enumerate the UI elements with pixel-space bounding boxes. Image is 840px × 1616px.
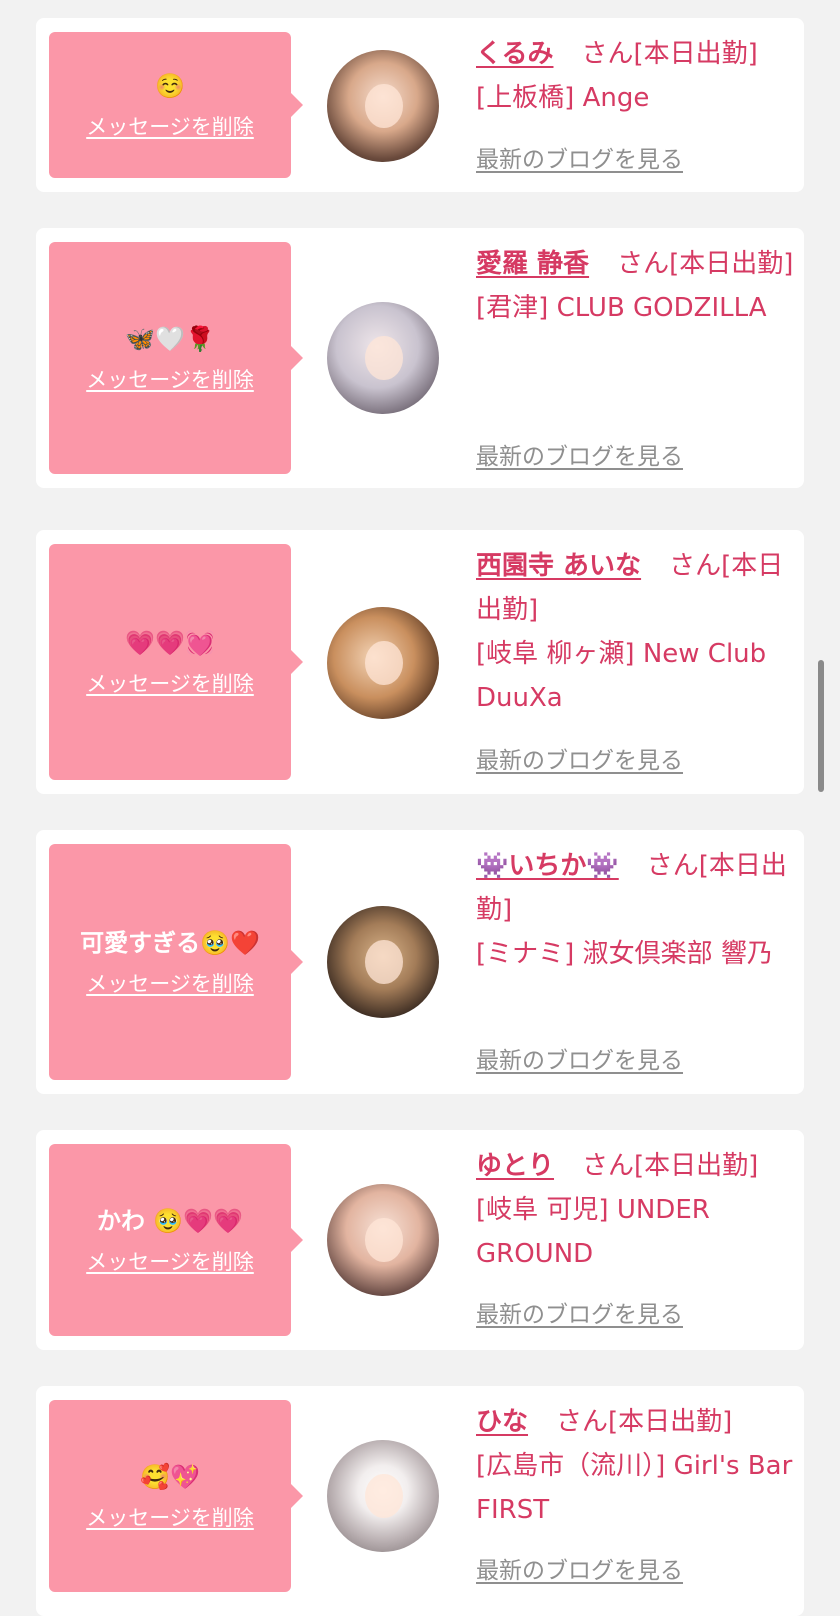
view-blog-link[interactable]: 最新のブログを見る: [476, 741, 683, 775]
girl-info: 愛羅 静香 さん[本日出勤] [君津] CLUB GODZILLA: [476, 242, 796, 330]
girl-info: 👾いちか👾 さん[本日出勤] [ミナミ] 淑女倶楽部 響乃: [476, 844, 796, 976]
message-card: 🦋🤍🌹 メッセージを削除 愛羅 静香 さん[本日出勤] [君津] CLUB GOD…: [36, 228, 804, 488]
message-text: かわ 🥹💗💗: [96, 1207, 243, 1235]
honorific: さん: [581, 39, 634, 69]
avatar-face: [365, 83, 404, 129]
avatar[interactable]: [327, 1440, 439, 1552]
shop-area: [上板橋]: [476, 83, 575, 113]
avatar[interactable]: [327, 906, 439, 1018]
avatar[interactable]: [327, 50, 439, 162]
message-card: 可愛すぎる🥹❤️ メッセージを削除 👾いちか👾 さん[本日出勤] [ミナミ] 淑女…: [36, 830, 804, 1094]
honorific: さん: [582, 1151, 635, 1181]
message-bubble: かわ 🥹💗💗 メッセージを削除: [49, 1144, 303, 1336]
shop-area: [広島市（流川）]: [476, 1451, 666, 1481]
message-bubble: 💗💗💓 メッセージを削除: [49, 544, 303, 780]
message-text: 🦋🤍🌹: [125, 325, 215, 353]
avatar[interactable]: [327, 607, 439, 719]
girl-name-link[interactable]: ひな: [476, 1407, 528, 1437]
view-blog-link[interactable]: 最新のブログを見る: [476, 140, 683, 174]
message-text: ☺️: [155, 72, 185, 100]
message-bubble: 🥰💖 メッセージを削除: [49, 1400, 303, 1592]
work-status: [本日出勤]: [669, 249, 794, 279]
honorific: さん: [556, 1407, 609, 1437]
work-status: [本日出勤]: [633, 39, 758, 69]
avatar-face: [365, 1473, 404, 1519]
delete-message-button[interactable]: メッセージを削除: [86, 968, 254, 998]
scrollbar[interactable]: [818, 660, 824, 792]
girl-name-link[interactable]: 👾いちか👾: [476, 851, 619, 881]
avatar[interactable]: [327, 1184, 439, 1296]
honorific: さん: [669, 551, 722, 581]
view-blog-link[interactable]: 最新のブログを見る: [476, 1041, 683, 1075]
avatar-face: [365, 1217, 404, 1263]
avatar-face: [365, 640, 404, 686]
girl-info: くるみ さん[本日出勤] [上板橋] Ange: [476, 32, 796, 120]
message-card: 💗💗💓 メッセージを削除 西園寺 あいな さん[本日出勤] [岐阜 柳ヶ瀬] Ne…: [36, 530, 804, 794]
avatar[interactable]: [327, 302, 439, 414]
shop-area: [岐阜 柳ヶ瀬]: [476, 639, 635, 669]
girl-name-link[interactable]: 愛羅 静香: [476, 249, 589, 279]
avatar-face: [365, 335, 404, 381]
honorific: さん: [617, 249, 670, 279]
girl-info: ひな さん[本日出勤] [広島市（流川）] Girl's Bar FIRST: [476, 1400, 796, 1532]
message-bubble: ☺️ メッセージを削除: [49, 32, 303, 178]
shop-area: [ミナミ]: [476, 939, 575, 969]
view-blog-link[interactable]: 最新のブログを見る: [476, 1551, 683, 1585]
avatar-face: [365, 939, 404, 985]
view-blog-link[interactable]: 最新のブログを見る: [476, 1295, 683, 1329]
message-card: ☺️ メッセージを削除 くるみ さん[本日出勤] [上板橋] Ange 最新のブロ…: [36, 18, 804, 192]
shop-area: [岐阜 可児]: [476, 1195, 609, 1225]
delete-message-button[interactable]: メッセージを削除: [86, 364, 254, 394]
message-text: 💗💗💓: [125, 629, 215, 657]
delete-message-button[interactable]: メッセージを削除: [86, 668, 254, 698]
delete-message-button[interactable]: メッセージを削除: [86, 1502, 254, 1532]
message-text: 可愛すぎる🥹❤️: [80, 929, 260, 957]
shop-name: CLUB GODZILLA: [556, 293, 767, 323]
view-blog-link[interactable]: 最新のブログを見る: [476, 437, 683, 471]
message-card: 🥰💖 メッセージを削除 ひな さん[本日出勤] [広島市（流川）] Girl's …: [36, 1386, 804, 1616]
honorific: さん: [646, 851, 699, 881]
girl-name-link[interactable]: くるみ: [476, 39, 553, 69]
message-text: 🥰💖: [140, 1463, 200, 1491]
shop-name: 淑女倶楽部 響乃: [582, 939, 773, 969]
shop-area: [君津]: [476, 293, 549, 323]
delete-message-button[interactable]: メッセージを削除: [86, 1246, 254, 1276]
girl-name-link[interactable]: ゆとり: [476, 1151, 554, 1181]
girl-info: 西園寺 あいな さん[本日出勤] [岐阜 柳ヶ瀬] New Club DuuXa: [476, 544, 796, 720]
girl-name-link[interactable]: 西園寺 あいな: [476, 551, 641, 581]
message-card: かわ 🥹💗💗 メッセージを削除 ゆとり さん[本日出勤] [岐阜 可児] UNDE…: [36, 1130, 804, 1350]
message-bubble: 可愛すぎる🥹❤️ メッセージを削除: [49, 844, 303, 1080]
shop-name: Ange: [582, 83, 650, 113]
work-status: [本日出勤]: [608, 1407, 733, 1437]
message-bubble: 🦋🤍🌹 メッセージを削除: [49, 242, 303, 474]
girl-info: ゆとり さん[本日出勤] [岐阜 可児] UNDER GROUND: [476, 1144, 796, 1276]
delete-message-button[interactable]: メッセージを削除: [86, 111, 254, 141]
work-status: [本日出勤]: [634, 1151, 759, 1181]
